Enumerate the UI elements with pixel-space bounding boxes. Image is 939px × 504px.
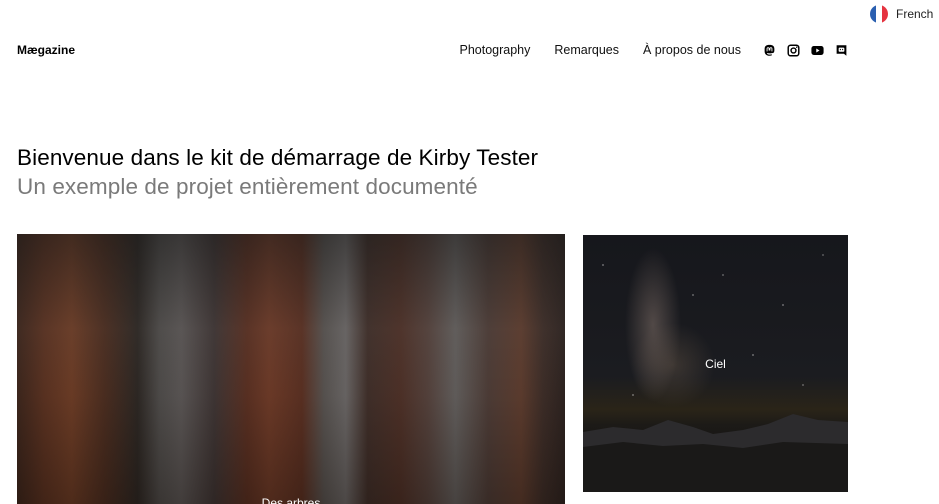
nav-link-remarques[interactable]: Remarques xyxy=(554,43,619,57)
gallery-card-sky[interactable]: Ciel xyxy=(583,235,848,492)
mountains-silhouette xyxy=(583,414,848,492)
page-title: Bienvenue dans le kit de démarrage de Ki… xyxy=(17,145,539,170)
nav-link-about[interactable]: À propos de nous xyxy=(643,43,741,57)
instagram-icon[interactable] xyxy=(787,43,800,57)
intro-section: Bienvenue dans le kit de démarrage de Ki… xyxy=(17,143,538,201)
site-logo[interactable]: Mægazine xyxy=(17,43,75,57)
main-nav: Photography Remarques À propos de nous xyxy=(459,43,848,57)
france-flag-icon xyxy=(870,5,888,23)
site-header: Mægazine Photography Remarques À propos … xyxy=(17,38,848,62)
nav-link-photography[interactable]: Photography xyxy=(459,43,530,57)
card-caption: Ciel xyxy=(705,357,726,371)
trees-image xyxy=(17,234,565,504)
mastodon-icon[interactable] xyxy=(763,44,776,57)
page-subtitle: Un exemple de projet entièrement documen… xyxy=(17,174,478,199)
language-switcher[interactable]: French xyxy=(870,5,933,23)
gallery-card-trees[interactable]: Des arbres xyxy=(17,234,565,504)
youtube-icon[interactable] xyxy=(811,44,824,57)
language-label: French xyxy=(896,7,934,21)
card-caption: Des arbres xyxy=(261,496,321,504)
discord-icon[interactable] xyxy=(835,44,848,57)
social-links xyxy=(763,43,848,57)
